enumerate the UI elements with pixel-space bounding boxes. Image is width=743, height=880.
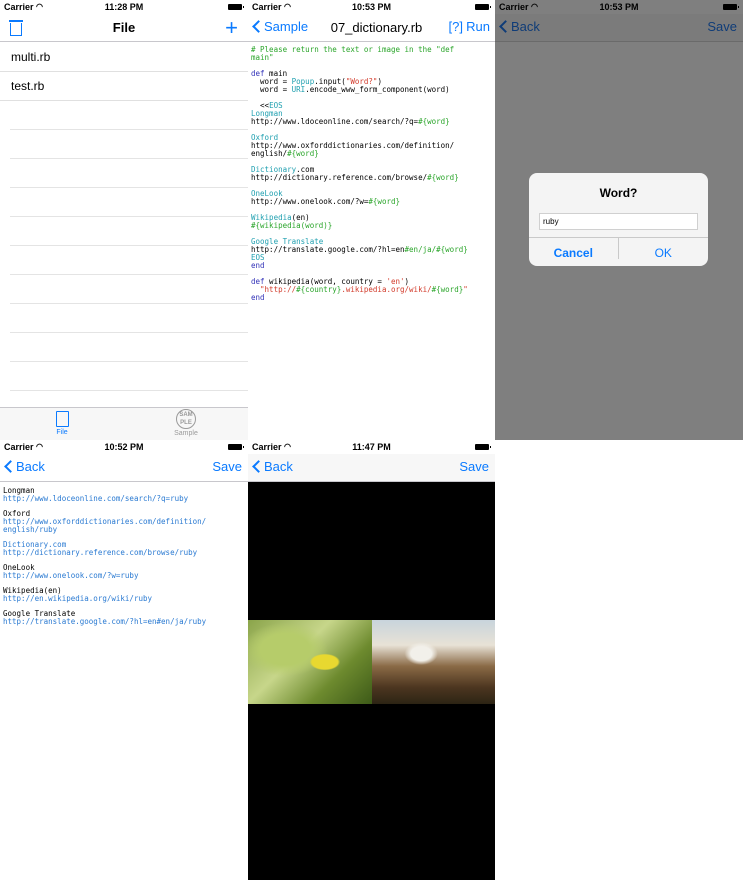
leaf-photo [248, 620, 372, 704]
back-button[interactable]: Back [252, 459, 293, 474]
code-editor[interactable]: # Please return the text or image in the… [251, 46, 493, 302]
battery-icon [475, 444, 491, 450]
clock: 11:47 PM [352, 442, 391, 452]
entry-link[interactable]: http://translate.google.com/?hl=en#en/ja… [3, 618, 246, 626]
nav-bar: Back Save [0, 454, 248, 482]
nav-bar: File [0, 14, 248, 42]
output-entry: Oxford http://www.oxforddictionaries.com/… [3, 510, 246, 534]
document-icon [55, 411, 69, 427]
output-entry: Google Translate http://translate.google.… [3, 610, 246, 626]
clock: 10:53 PM [599, 2, 639, 12]
sample-icon: SAM PLE [176, 409, 196, 429]
add-file-button[interactable]: + [225, 17, 238, 39]
image-view [248, 482, 495, 880]
file-list-screen: Carrier ◠ 11:28 PM File + multi.rb test.… [0, 0, 248, 440]
output-entry: Wikipedia(en) http://en.wikipedia.org/wik… [3, 587, 246, 603]
input-dialog: Word? ruby Cancel OK [529, 173, 708, 266]
word-input[interactable]: ruby [539, 213, 698, 230]
back-button[interactable]: Back [499, 19, 540, 34]
clock: 10:53 PM [351, 2, 392, 12]
output-text: Longman http://www.ldoceonline.com/search… [3, 487, 246, 633]
output-screen: Carrier ◠ 10:52 PM Back Save Longman http… [0, 440, 248, 880]
status-bar: Carrier ◠ 10:53 PM [495, 0, 743, 14]
help-button[interactable]: [?] [449, 19, 463, 34]
dialog-buttons: Cancel OK [529, 237, 708, 266]
battery-icon [723, 4, 739, 10]
chevron-left-icon [252, 460, 265, 473]
nav-bar: Back Save [495, 14, 743, 42]
status-bar: Carrier ◠ 11:47 PM [248, 440, 495, 454]
save-button[interactable]: Save [212, 459, 242, 474]
trash-icon[interactable] [9, 20, 23, 36]
entry-link[interactable]: http://www.ldoceonline.com/search/?q=rub… [3, 495, 246, 503]
run-button[interactable]: Run [466, 19, 490, 34]
dialog-screen: Carrier ◠ 10:53 PM Back Save Word? ruby … [495, 0, 743, 440]
image-screen: Carrier ◠ 11:47 PM Back Save [248, 440, 495, 880]
tab-file[interactable]: File [32, 411, 92, 436]
battery-icon [228, 4, 244, 10]
save-button[interactable]: Save [707, 19, 737, 34]
tab-label: Sample [174, 430, 198, 437]
entry-link[interactable]: http://www.oxforddictionaries.com/defini… [3, 518, 246, 534]
status-bar: Carrier ◠ 10:52 PM [0, 440, 248, 454]
nav-bar: Back Save [248, 454, 495, 482]
status-bar: Carrier ◠ 10:53 PM [248, 0, 495, 14]
clock: 10:52 PM [104, 442, 144, 452]
waterfall-photo [372, 620, 495, 704]
output-entry: Dictionary.com http://dictionary.referenc… [3, 541, 246, 557]
ok-button[interactable]: OK [619, 246, 709, 260]
page-title: File [112, 20, 136, 35]
output-entry: OneLook http://www.onelook.com/?w=ruby [3, 564, 246, 580]
battery-icon [475, 4, 491, 10]
tab-sample[interactable]: SAM PLE Sample [156, 409, 216, 437]
cancel-button[interactable]: Cancel [529, 238, 619, 260]
tab-label: File [56, 429, 68, 436]
entry-link[interactable]: http://dictionary.reference.com/browse/r… [3, 549, 246, 557]
battery-icon [228, 444, 244, 450]
empty-rows [10, 101, 248, 391]
file-list: multi.rb test.rb [0, 43, 248, 101]
tab-bar: File SAM PLE Sample [0, 407, 248, 440]
output-entry: Longman http://www.ldoceonline.com/search… [3, 487, 246, 503]
file-name: multi.rb [11, 50, 51, 64]
editor-screen: Carrier ◠ 10:53 PM Sample 07_dictionary.… [248, 0, 495, 440]
list-item[interactable]: multi.rb [0, 43, 248, 72]
file-name: test.rb [11, 79, 45, 93]
chevron-left-icon [499, 20, 512, 33]
entry-link[interactable]: http://www.onelook.com/?w=ruby [3, 572, 246, 580]
nav-bar: Sample 07_dictionary.rb [?] Run [248, 14, 495, 42]
status-bar: Carrier ◠ 11:28 PM [0, 0, 248, 14]
entry-link[interactable]: http://en.wikipedia.org/wiki/ruby [3, 595, 246, 603]
chevron-left-icon [4, 460, 17, 473]
dialog-title: Word? [599, 186, 638, 200]
list-item[interactable]: test.rb [0, 72, 248, 101]
save-button[interactable]: Save [459, 459, 489, 474]
back-button[interactable]: Back [4, 459, 45, 474]
clock: 11:28 PM [104, 2, 144, 12]
